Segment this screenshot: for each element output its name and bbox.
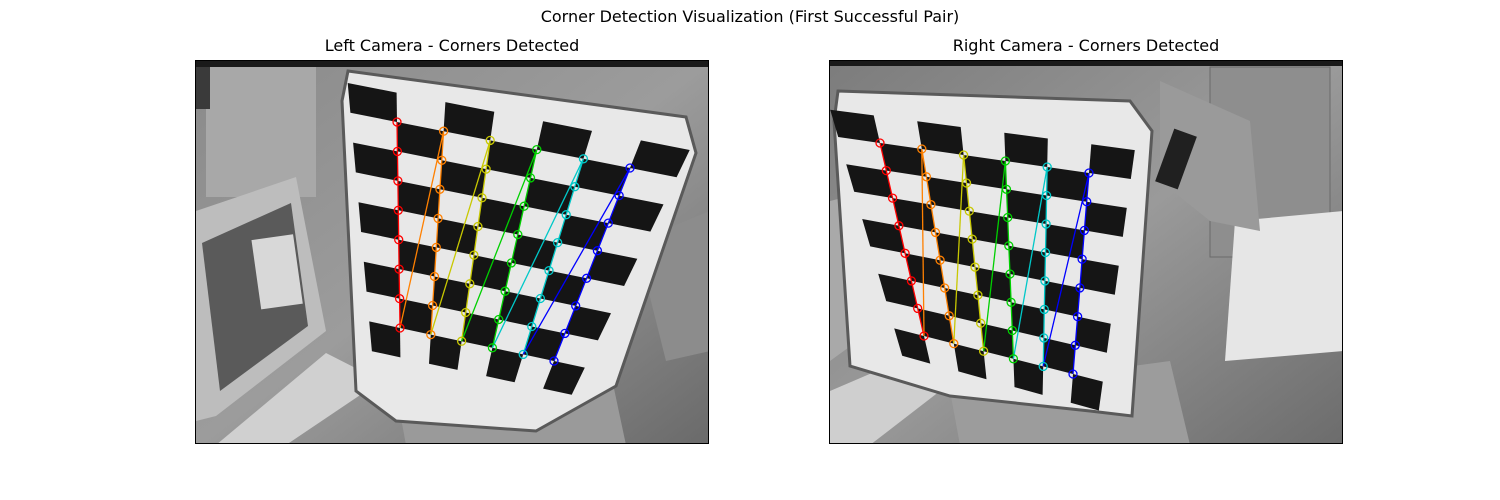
ceiling-strip [196, 61, 708, 67]
whiteboard [1225, 211, 1342, 361]
right-panel-title: Right Camera - Corners Detected [952, 36, 1220, 55]
right-camera-image [829, 60, 1343, 444]
left-panel-title: Left Camera - Corners Detected [324, 36, 580, 55]
left-camera-image [195, 60, 709, 444]
ceiling-strip [830, 61, 1342, 66]
figure-title: Corner Detection Visualization (First Su… [540, 7, 960, 26]
wall-panel [206, 67, 316, 197]
checkerboard-square [1089, 144, 1135, 179]
dark-corner [196, 67, 210, 109]
